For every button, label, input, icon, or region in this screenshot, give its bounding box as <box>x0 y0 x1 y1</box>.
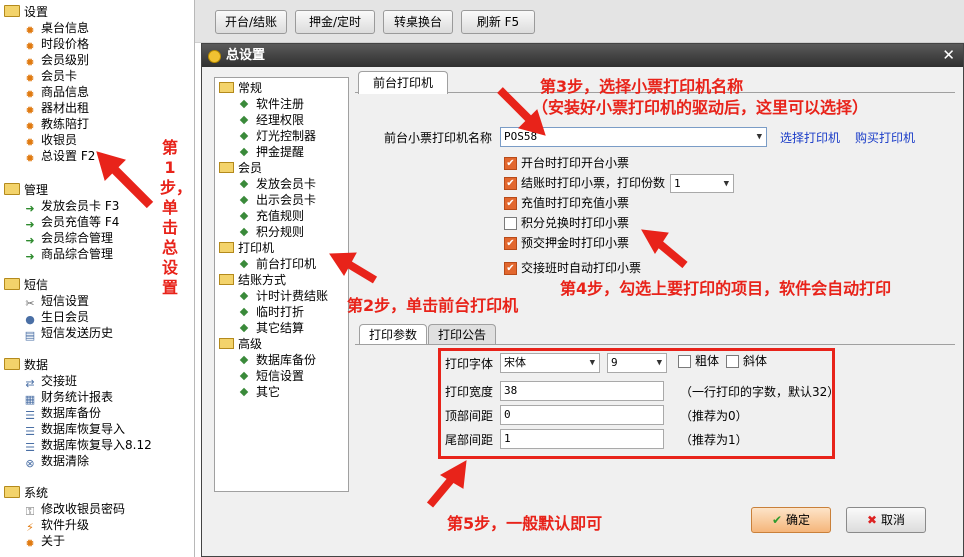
arrow-step1 <box>96 151 154 209</box>
annotation-arrows <box>96 87 688 508</box>
arrow-step3 <box>497 87 546 136</box>
arrow-step2 <box>329 252 378 284</box>
arrow-step4 <box>641 229 688 269</box>
arrow-step5 <box>426 460 467 508</box>
